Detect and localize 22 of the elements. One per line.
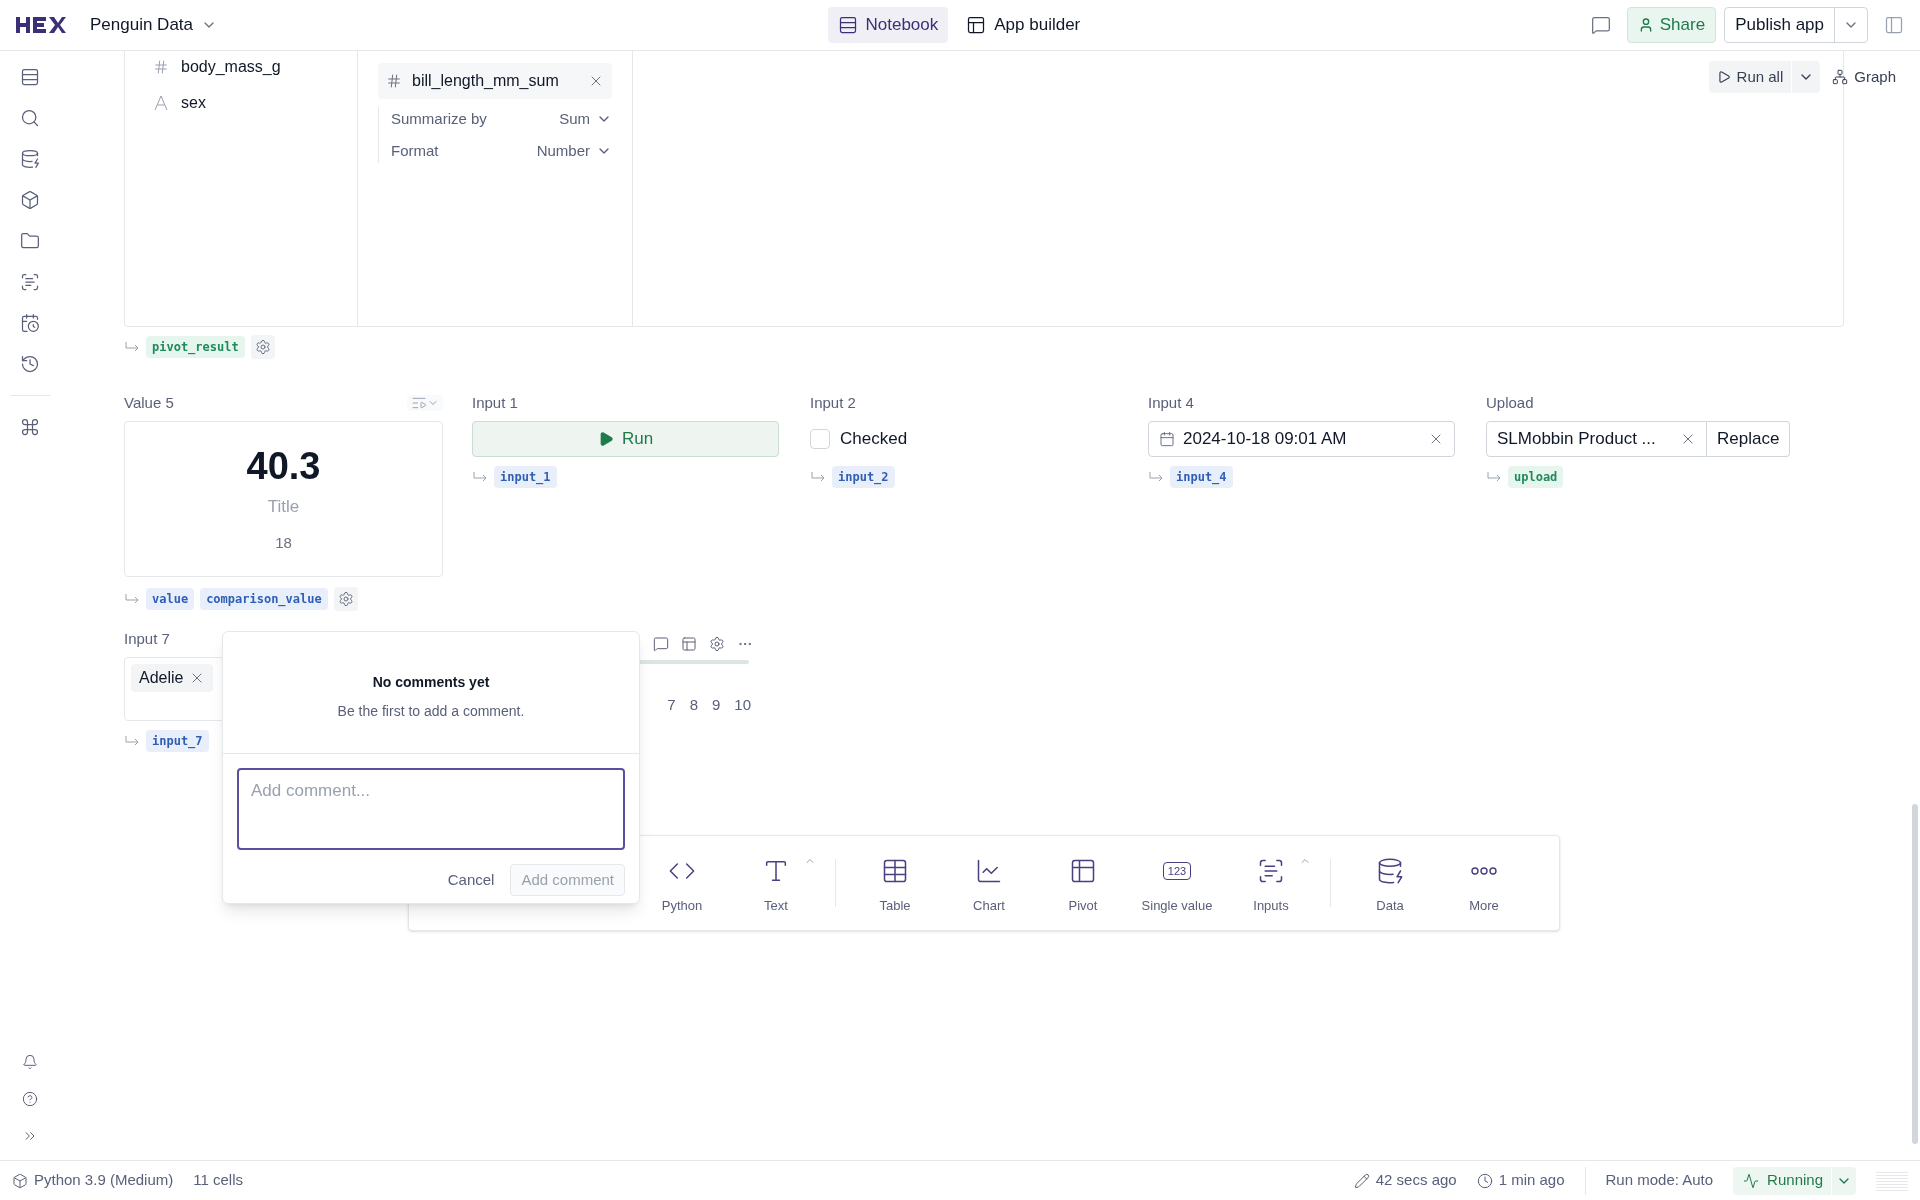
- cell-title: Input 2: [810, 392, 856, 413]
- slider-tick: 7: [667, 695, 676, 715]
- cell-count: 11 cells: [193, 1170, 243, 1191]
- cell-title: Value 5: [124, 392, 174, 413]
- value-label: Title: [267, 496, 300, 518]
- checkbox-label: Checked: [840, 428, 908, 451]
- option-label: Summarize by: [391, 108, 487, 129]
- slider-tick: 8: [689, 695, 698, 715]
- big-value: 40.3: [246, 446, 321, 486]
- cell-title: Input 4: [1148, 392, 1194, 413]
- empty-title: No comments yet: [372, 673, 490, 692]
- single-value-icon: 123: [1162, 862, 1192, 880]
- cell-title: Input 1: [472, 392, 518, 413]
- cell-title: Input 7: [124, 628, 170, 649]
- run-time: 1 min ago: [1498, 1170, 1565, 1191]
- comparison-value: 18: [275, 532, 292, 553]
- edited-time: 42 secs ago: [1375, 1170, 1457, 1191]
- slider-tick: 9: [711, 695, 721, 715]
- cell-title: Upload: [1486, 392, 1534, 413]
- empty-hint: Be the first to add a comment.: [337, 702, 525, 721]
- slider-tick: 10: [734, 695, 751, 715]
- option-label: Format: [391, 140, 439, 161]
